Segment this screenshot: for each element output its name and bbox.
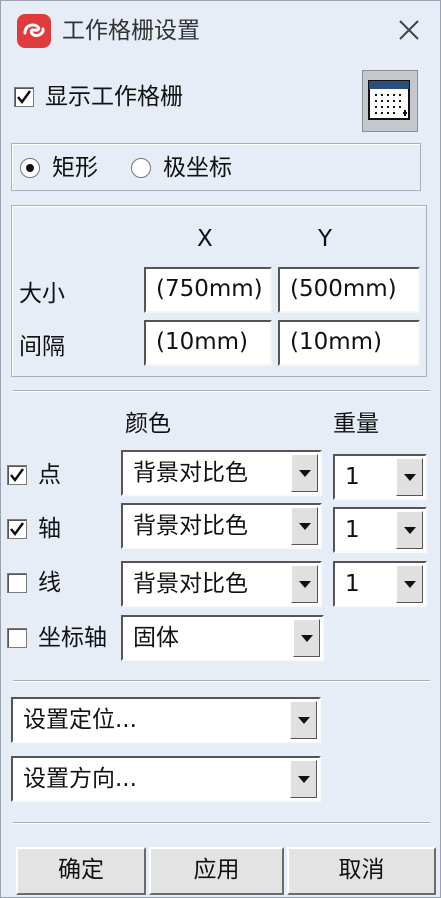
radio-rectangular-label: 矩形	[52, 155, 98, 181]
grid-icon	[368, 80, 410, 120]
apply-button[interactable]: 应用	[149, 847, 284, 895]
color-header: 颜色	[125, 411, 171, 437]
coordinate-axis-label: 坐标轴	[38, 625, 107, 651]
axis-weight-value: 1	[345, 517, 360, 543]
size-label: 大小	[19, 281, 65, 307]
y-header: Y	[318, 226, 333, 252]
radio-polar-label: 极坐标	[163, 155, 232, 181]
set-position-select[interactable]: 设置定位...	[11, 697, 321, 743]
axis-weight-select[interactable]: 1	[333, 507, 427, 553]
coordinate-axis-color-select[interactable]: 固体	[121, 615, 324, 661]
close-icon[interactable]	[393, 14, 425, 46]
chevron-down-icon[interactable]	[396, 565, 423, 603]
chevron-down-icon[interactable]	[291, 507, 318, 545]
lines-color-value: 背景对比色	[133, 571, 248, 597]
divider	[13, 822, 430, 824]
coordinate-axis-color-value: 固体	[133, 625, 179, 651]
lines-checkbox[interactable]	[7, 573, 27, 593]
axis-color-value: 背景对比色	[133, 513, 248, 539]
axis-checkbox[interactable]	[7, 519, 27, 539]
chevron-down-icon[interactable]	[290, 760, 317, 798]
app-logo-icon	[17, 14, 51, 48]
show-grid-checkbox[interactable]	[14, 87, 34, 107]
grid-settings-button[interactable]	[362, 70, 418, 132]
chevron-down-icon[interactable]	[396, 511, 423, 549]
x-header: X	[197, 226, 213, 252]
cancel-button[interactable]: 取消	[287, 847, 436, 895]
points-label: 点	[38, 462, 61, 488]
axis-label: 轴	[38, 516, 61, 542]
coordinate-axis-checkbox[interactable]	[7, 628, 27, 648]
points-checkbox[interactable]	[7, 465, 27, 485]
lines-label: 线	[38, 570, 61, 596]
lines-color-select[interactable]: 背景对比色	[121, 561, 322, 607]
show-grid-label: 显示工作格栅	[45, 84, 183, 110]
chevron-down-icon[interactable]	[396, 458, 423, 496]
points-weight-select[interactable]: 1	[333, 454, 427, 500]
chevron-down-icon[interactable]	[290, 701, 317, 739]
set-direction-value: 设置方向...	[23, 766, 137, 792]
lines-weight-select[interactable]: 1	[333, 561, 427, 607]
divider	[13, 390, 430, 392]
spacing-y-field[interactable]: (10mm)	[278, 320, 420, 366]
radio-polar[interactable]	[131, 158, 151, 178]
weight-header: 重量	[333, 411, 379, 437]
spacing-x-field[interactable]: (10mm)	[144, 320, 272, 366]
spacing-label: 间隔	[19, 334, 65, 360]
radio-rectangular[interactable]	[20, 158, 40, 178]
ok-button[interactable]: 确定	[16, 847, 146, 895]
set-position-value: 设置定位...	[23, 707, 137, 733]
size-y-field[interactable]: (500mm)	[278, 267, 420, 313]
points-weight-value: 1	[345, 464, 360, 490]
lines-weight-value: 1	[345, 571, 360, 597]
set-direction-select[interactable]: 设置方向...	[11, 756, 321, 802]
size-x-field[interactable]: (750mm)	[144, 267, 272, 313]
divider	[13, 680, 430, 682]
axis-color-select[interactable]: 背景对比色	[121, 503, 322, 549]
window-title: 工作格栅设置	[62, 18, 200, 44]
chevron-down-icon[interactable]	[291, 565, 318, 603]
chevron-down-icon[interactable]	[293, 619, 320, 657]
points-color-value: 背景对比色	[133, 460, 248, 486]
points-color-select[interactable]: 背景对比色	[121, 450, 322, 496]
chevron-down-icon[interactable]	[291, 454, 318, 492]
